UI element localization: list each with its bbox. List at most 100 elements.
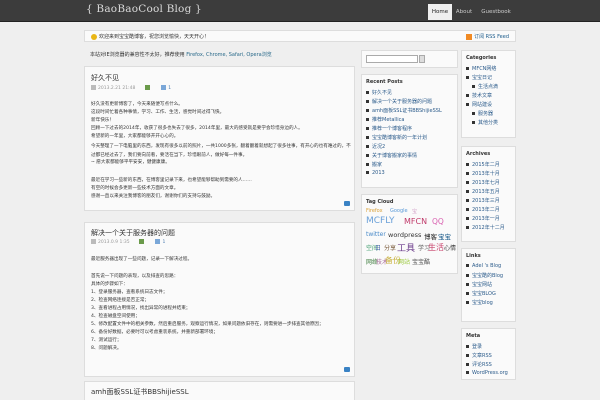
post-card: 好久不见 2013.2.21 21:48 1 好久没有更新博客了，今天来随便写点… (84, 66, 355, 211)
blogroll-link[interactable]: Adel 's Blog (466, 263, 501, 269)
read-more-icon[interactable] (344, 367, 350, 372)
recent-post-link[interactable]: amh面板SSL证书BBShijieSSL (366, 107, 442, 114)
post-line: 7、测试运行； (91, 338, 122, 343)
widget-title: Links (466, 253, 481, 259)
tag-link[interactable]: 心情 (444, 243, 456, 252)
post-line: 感谢一直以来关注我博客的朋友们，谢谢你们的支持与鼓励。 (91, 194, 216, 199)
recent-post-link[interactable]: 宝宝酷博客新的一年计划 (366, 134, 427, 141)
post-date: 2013.0.9 1:35 (98, 240, 130, 245)
post-comment-count[interactable]: 1 (162, 240, 165, 245)
post-line: 最近服务器出现了一些问题，记录一下解决过程。 (91, 257, 193, 262)
archive-link[interactable]: 2013年三月 (466, 197, 500, 204)
blogroll-link[interactable]: 宝宝blog (466, 299, 493, 306)
tag-link[interactable]: 生活 (428, 242, 444, 253)
widget-title: Recent Posts (366, 79, 403, 85)
rss-feed-label: 订阅 RSS Feed (474, 34, 509, 40)
category-link[interactable]: 宝宝日记 (466, 74, 492, 81)
nav-home[interactable]: Home (428, 4, 452, 20)
meta-link[interactable]: 登录 (466, 343, 482, 350)
category-link[interactable]: 技术文章 (466, 92, 492, 99)
blogroll-link[interactable]: 宝宝网站 (466, 281, 492, 288)
tag-link[interactable]: 博客 (424, 231, 437, 241)
archives-widget: Archives 2015年二月 2013年十月 2013年七月 2013年五月… (461, 146, 516, 242)
calendar-icon (91, 239, 96, 244)
post-line: 5、修改配置文件中的相关参数，然后重启服务，观察运行情况，如果问题依旧存在，则需… (91, 322, 324, 327)
widget-title: Meta (466, 333, 481, 339)
rss-feed-link[interactable]: 订阅 RSS Feed (466, 33, 509, 40)
tag-link[interactable]: 日 (375, 243, 381, 252)
recent-post-link[interactable]: 解决一个关于服务器的问题 (366, 98, 432, 105)
widget-title: Categories (466, 55, 497, 61)
blogroll-link[interactable]: 宝宝酷的Blog (466, 272, 503, 279)
category-link[interactable]: MFCN网络 (466, 65, 496, 72)
recent-post-link[interactable]: 搬家 (366, 161, 382, 168)
post-line: 1、登录服务器，查看系统日志文件； (91, 290, 168, 295)
post-date: 2013.2.21 21:48 (98, 86, 136, 91)
post-title[interactable]: 解决一个关于服务器的问题 (91, 228, 175, 238)
category-tree-icon[interactable] (144, 85, 150, 90)
tag-link[interactable]: Firefox (366, 208, 383, 214)
tag-link[interactable]: MCFLY (366, 216, 395, 226)
archive-link[interactable]: 2013年二月 (466, 206, 500, 213)
archive-link[interactable]: 2013年五月 (466, 188, 500, 195)
post-line: 有空的时候会多更新一些技术方面的文章。 (91, 186, 179, 191)
meta-link[interactable]: WordPress.org (466, 370, 508, 376)
calendar-icon (91, 85, 96, 90)
blogroll-link[interactable]: 宝宝BLOG (466, 290, 496, 297)
recent-post-link[interactable]: 2013 (366, 170, 385, 176)
tag-link[interactable]: 宝宝酷 (412, 257, 430, 266)
tag-link[interactable]: 工具 (397, 241, 415, 254)
tag-link[interactable]: MFCN (404, 217, 427, 226)
read-more-icon[interactable] (344, 201, 350, 206)
tag-link[interactable]: 网站 (398, 257, 410, 266)
recent-post-link[interactable]: 关于博客搬家的事情 (366, 152, 417, 159)
tag-link[interactable]: 宝 (412, 208, 417, 215)
post-line: 具体的步骤如下： (91, 282, 128, 287)
recent-post-link[interactable]: 推荐一个博客程序 (366, 125, 412, 132)
nav-about[interactable]: About (453, 4, 475, 20)
smiley-icon (91, 34, 97, 40)
browser-tip: 本站对IE浏览器的兼容性不太好，推荐使用 Firefox, Chrome, Sa… (90, 51, 272, 58)
post-line: 6、备份好数据，必要时可以考虑重装系统，并重新部署环境； (91, 330, 218, 335)
archive-link[interactable]: 2013年七月 (466, 179, 500, 186)
post-meta: 2013.0.9 1:35 1 (91, 239, 165, 245)
comment-icon[interactable] (155, 239, 161, 244)
tag-cloud-widget: Tag Cloud Firefox Google 宝 MCFLY MFCN QQ… (361, 194, 458, 274)
tag-link[interactable]: Google (390, 208, 408, 214)
widget-title: Tag Cloud (366, 199, 394, 205)
category-tree-icon[interactable] (139, 239, 145, 244)
meta-link[interactable]: 评论RSS (466, 361, 492, 368)
recent-post-link[interactable]: 近况2 (366, 143, 385, 150)
browser-tip-browsers[interactable]: Firefox, Chrome, Safari, Opera浏览 (186, 52, 272, 58)
post-title[interactable]: amh面板SSL证书BBShijieSSL (91, 387, 189, 397)
tag-link[interactable]: wordpress (388, 231, 421, 239)
post-line: 好久没有更新博客了，今天来随便写点什么。 (91, 102, 183, 107)
post-title[interactable]: 好久不见 (91, 73, 119, 83)
categories-widget: Categories MFCN网络 宝宝日记 生活点滴 技术文章 网站建设 服务… (461, 50, 516, 138)
archive-link[interactable]: 2013年十月 (466, 170, 500, 177)
comment-icon[interactable] (161, 85, 167, 90)
post-line: 3、查看进程占用情况，找出异常的进程并结束； (91, 306, 191, 311)
tag-link[interactable]: 宝宝 (438, 231, 451, 241)
category-link[interactable]: 服务器 (472, 110, 493, 117)
recent-post-link[interactable]: 好久不见 (366, 89, 392, 96)
meta-link[interactable]: 文章RSS (466, 352, 492, 359)
tag-link[interactable]: QQ (432, 217, 444, 226)
category-link[interactable]: 生活点滴 (472, 83, 498, 90)
archive-link[interactable]: 2012年十二月 (466, 224, 505, 231)
tag-link[interactable]: twitter (366, 231, 386, 238)
category-link[interactable]: 网站建设 (466, 101, 492, 108)
nav-guestbook[interactable]: Guestbook (477, 4, 515, 20)
site-title[interactable]: { BaoBaoCool Blog } (86, 3, 202, 15)
category-link[interactable]: 其他分类 (472, 119, 498, 126)
tag-link[interactable]: 分享 (384, 243, 396, 252)
post-line: 新年快乐！ (91, 118, 114, 123)
search-input[interactable] (366, 55, 418, 63)
search-button[interactable] (419, 55, 425, 63)
post-comment-count[interactable]: 1 (168, 86, 171, 91)
post-line: 回顾一下过去的2014年，收获了很多也失去了很多，2014年里，最大的感受就是要… (91, 126, 303, 131)
archive-link[interactable]: 2015年二月 (466, 161, 500, 168)
recent-posts-widget: Recent Posts 好久不见 解决一个关于服务器的问题 amh面板SSL证… (361, 74, 458, 188)
recent-post-link[interactable]: 推荐Metallica (366, 116, 404, 123)
archive-link[interactable]: 2013年一月 (466, 215, 500, 222)
